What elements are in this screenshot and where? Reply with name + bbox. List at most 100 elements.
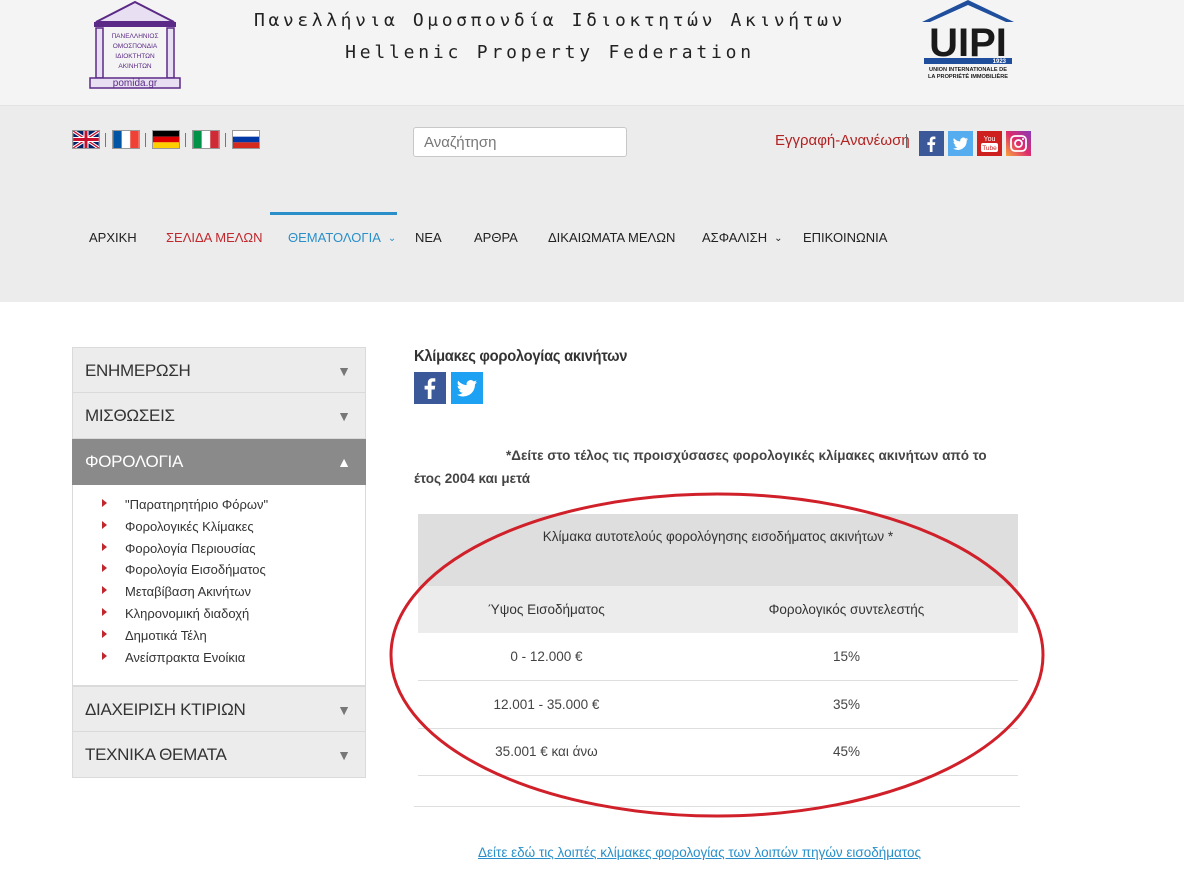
youtube-icon[interactable]: You Tube xyxy=(977,131,1002,156)
nav-label: ΕΠΙΚΟΙΝΩΝΙΑ xyxy=(803,230,888,245)
submenu-item-tax-observatory[interactable]: "Παρατηρητήριο Φόρων" xyxy=(73,497,365,519)
bullet-icon xyxy=(102,586,107,595)
bullet-icon xyxy=(102,651,107,660)
svg-text:ΠΑΝΕΛΛΗΝΙΟΣ: ΠΑΝΕΛΛΗΝΙΟΣ xyxy=(111,33,158,40)
submenu-item-label: Μεταβίβαση Ακινήτων xyxy=(125,584,251,600)
germany-flag-icon[interactable] xyxy=(152,130,180,149)
submenu-item-label: "Παρατηρητήριο Φόρων" xyxy=(125,497,269,512)
nav-item-member-rights[interactable]: ΔΙΚΑΙΩΜΑΤΑ ΜΕΛΩΝ xyxy=(548,212,675,264)
expand-arrow-icon: ▼ xyxy=(337,363,351,379)
nav-label: ΘΕΜΑΤΟΛΟΓΙΑ xyxy=(288,230,381,245)
bullet-icon xyxy=(102,564,107,573)
note-text: *Δείτε στο τέλος τις προισχύσασες φορολο… xyxy=(414,448,987,486)
income-cell: 35.001 € και άνω xyxy=(418,728,675,776)
nav-label: ΣΕΛΙΔΑ ΜΕΛΩΝ xyxy=(166,230,263,245)
flag-separator xyxy=(225,132,226,147)
expand-arrow-icon: ▼ xyxy=(337,702,351,719)
nav-label: ΝΕΑ xyxy=(415,230,442,245)
submenu-item-property-transfer[interactable]: Μεταβίβαση Ακινήτων xyxy=(73,584,365,606)
scales-note: *Δείτε στο τέλος τις προισχύσασες φορολο… xyxy=(414,444,1014,490)
chevron-down-icon: ⌄ xyxy=(774,233,783,244)
submenu-item-tax-scales[interactable]: Φορολογικές Κλίμακες xyxy=(73,519,365,541)
nav-label: ΑΡΘΡΑ xyxy=(474,230,518,245)
page-title: Κλίμακες φορολογίας ακινήτων xyxy=(414,348,628,365)
bullet-icon xyxy=(102,520,107,529)
table-row: 0 - 12.000 € 15% xyxy=(418,633,1018,681)
flag-separator xyxy=(185,132,186,147)
facebook-icon[interactable] xyxy=(919,131,944,156)
flag-separator xyxy=(145,132,146,147)
nav-item-insurance[interactable]: ΑΣΦΑΛΙΣΗ ⌄ xyxy=(702,212,783,264)
column-header-income: Ύψος Εισοδήματος xyxy=(418,586,675,633)
svg-text:1923: 1923 xyxy=(993,59,1007,65)
column-header-tax-rate: Φορολογικός συντελεστής xyxy=(674,586,1018,633)
nav-item-news[interactable]: ΝΕΑ xyxy=(415,212,442,264)
facebook-share-icon[interactable] xyxy=(414,372,446,404)
nav-item-members-page[interactable]: ΣΕΛΙΔΑ ΜΕΛΩΝ xyxy=(166,212,263,264)
france-flag-icon[interactable] xyxy=(112,130,140,149)
site-header: ΠΑΝΕΛΛΗΝΙΟΣ ΟΜΟΣΠΟΝΔΙΑ ΙΔΙΟΚΤΗΤΩΝ ΑΚΙΝΗΤ… xyxy=(0,0,1184,106)
svg-text:ΑΚΙΝΗΤΩΝ: ΑΚΙΝΗΤΩΝ xyxy=(118,63,152,70)
submenu-item-municipal-fees[interactable]: Δημοτικά Τέλη xyxy=(73,628,365,650)
sidebar-section-taxation[interactable]: ΦΟΡΟΛΟΓΙΑ ▲ xyxy=(72,439,366,485)
twitter-share-icon[interactable] xyxy=(451,372,483,404)
uk-flag-icon[interactable] xyxy=(72,130,100,149)
flag-separator xyxy=(105,132,106,147)
submenu-item-label: Φορολογία Εισοδήματος xyxy=(125,562,266,578)
svg-text:LA PROPRIÉTÉ IMMOBILIÈRE: LA PROPRIÉTÉ IMMOBILIÈRE xyxy=(928,72,1008,80)
sidebar-section-building-management[interactable]: ΔΙΑΧΕΙΡΙΣΗ ΚΤΙΡΙΩΝ ▼ xyxy=(72,686,366,733)
search-input[interactable] xyxy=(413,127,627,157)
bullet-icon xyxy=(102,542,107,551)
italy-flag-icon[interactable] xyxy=(192,130,220,149)
svg-text:UNION INTERNATIONALE DE: UNION INTERNATIONALE DE xyxy=(929,67,1007,73)
table-row: 35.001 € και άνω 45% xyxy=(418,728,1018,776)
header-separator xyxy=(906,134,907,148)
rate-cell: 15% xyxy=(674,633,1018,681)
submenu-item-label: Φορολογικές Κλίμακες xyxy=(125,518,254,534)
submenu-item-label: Φορολογία Περιουσίας xyxy=(125,540,256,556)
nav-item-articles[interactable]: ΑΡΘΡΑ xyxy=(474,212,518,264)
expand-arrow-icon: ▼ xyxy=(337,747,351,764)
svg-text:pomida.gr: pomida.gr xyxy=(113,78,158,89)
bullet-icon xyxy=(102,499,107,507)
sidebar: ΕΝΗΜΕΡΩΣΗ ▼ ΜΙΣΘΩΣΕΙΣ ▼ ΦΟΡΟΛΟΓΙΑ ▲ "Παρ… xyxy=(72,347,366,779)
collapse-arrow-icon: ▲ xyxy=(337,454,351,470)
main-nav: ΑΡΧΙΚΗ ΣΕΛΙΔΑ ΜΕΛΩΝ ΘΕΜΑΤΟΛΟΓΙΑ ⌄ ΝΕΑ ΑΡΘ… xyxy=(0,212,1184,272)
rate-cell: 35% xyxy=(674,680,1018,729)
sidebar-section-news[interactable]: ΕΝΗΜΕΡΩΣΗ ▼ xyxy=(72,347,366,393)
nav-label: ΔΙΚΑΙΩΜΑΤΑ ΜΕΛΩΝ xyxy=(548,230,676,245)
submenu-item-property-tax[interactable]: Φορολογία Περιουσίας xyxy=(73,541,365,563)
tax-scale-table: Κλίμακα αυτοτελούς φορολόγησης εισοδήματ… xyxy=(418,514,1018,776)
sidebar-section-technical-issues[interactable]: ΤΕΧΝΙΚΑ ΘΕΜΑΤΑ ▼ xyxy=(72,732,366,779)
sidebar-section-label: ΦΟΡΟΛΟΓΙΑ xyxy=(85,452,183,471)
twitter-icon[interactable] xyxy=(948,131,973,156)
expand-arrow-icon: ▼ xyxy=(337,408,351,424)
other-income-scales-link[interactable]: Δείτε εδώ τις λοιπές κλίμακες φορολογίας… xyxy=(478,845,921,860)
chevron-down-icon: ⌄ xyxy=(387,233,397,244)
submenu-item-unpaid-rents[interactable]: Ανείσπρακτα Ενοίκια xyxy=(73,650,365,672)
nav-item-contact[interactable]: ΕΠΙΚΟΙΝΩΝΙΑ xyxy=(803,212,887,264)
sidebar-section-label: ΜΙΣΘΩΣΕΙΣ xyxy=(85,406,175,425)
sidebar-section-label: ΔΙΑΧΕΙΡΙΣΗ ΚΤΙΡΙΩΝ xyxy=(85,700,246,720)
nav-label: ΑΡΧΙΚΗ xyxy=(89,230,137,245)
instagram-icon[interactable] xyxy=(1006,131,1031,156)
nav-item-topics[interactable]: ΘΕΜΑΤΟΛΟΓΙΑ ⌄ xyxy=(288,212,396,264)
language-switcher xyxy=(72,130,260,149)
sidebar-section-label: ΕΝΗΜΕΡΩΣΗ xyxy=(85,361,191,380)
taxation-submenu: "Παρατηρητήριο Φόρων" Φορολογικές Κλίμακ… xyxy=(72,485,366,687)
russia-flag-icon[interactable] xyxy=(232,130,260,149)
submenu-item-income-tax[interactable]: Φορολογία Εισοδήματος xyxy=(73,562,365,584)
divider xyxy=(414,806,1020,807)
submenu-item-inheritance[interactable]: Κληρονομική διαδοχή xyxy=(73,606,365,628)
uipi-logo[interactable]: UIPI 1923 UNION INTERNATIONALE DE LA PRO… xyxy=(918,0,1018,84)
nav-label: ΑΣΦΑΛΙΣΗ xyxy=(702,230,768,245)
sidebar-section-leases[interactable]: ΜΙΣΘΩΣΕΙΣ ▼ xyxy=(72,393,366,439)
svg-text:You: You xyxy=(984,136,996,143)
sidebar-section-label: ΤΕΧΝΙΚΑ ΘΕΜΑΤΑ xyxy=(85,745,227,765)
income-cell: 0 - 12.000 € xyxy=(418,633,675,681)
register-renew-link[interactable]: Εγγραφή-Ανανέωση xyxy=(775,132,910,149)
svg-text:Tube: Tube xyxy=(982,145,997,152)
submenu-item-label: Ανείσπρακτα Ενοίκια xyxy=(125,649,246,665)
submenu-item-label: Κληρονομική διαδοχή xyxy=(125,605,250,621)
nav-item-home[interactable]: ΑΡΧΙΚΗ xyxy=(89,212,137,264)
